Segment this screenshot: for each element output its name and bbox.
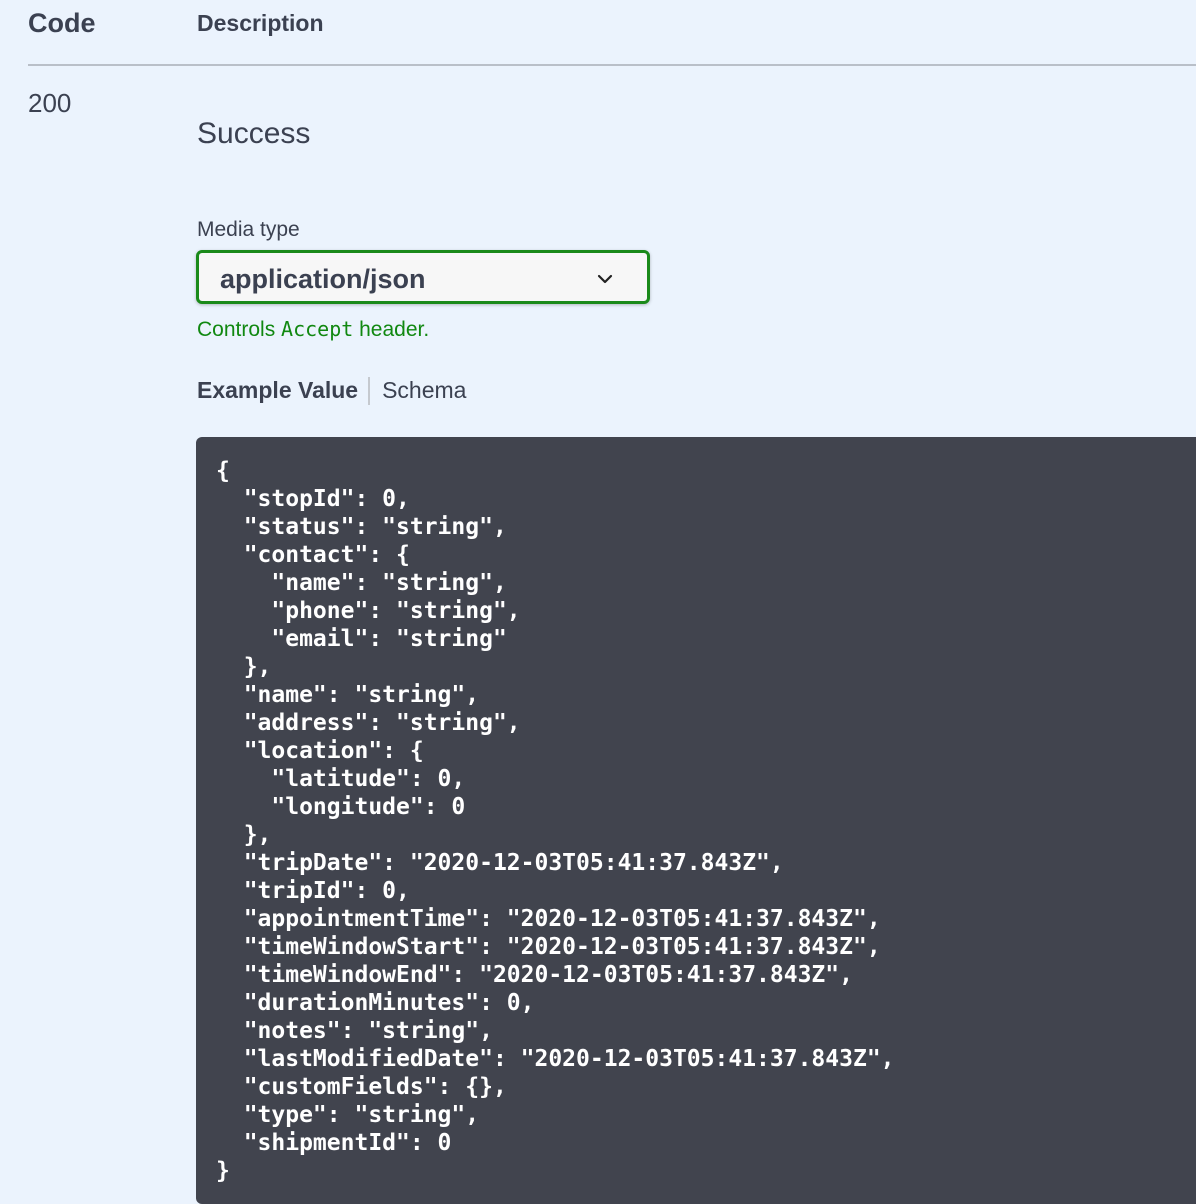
- header-divider: [28, 64, 1196, 66]
- column-header-description: Description: [197, 10, 324, 36]
- response-description: Success: [197, 117, 311, 150]
- media-type-label: Media type: [197, 218, 300, 241]
- example-value-code-block[interactable]: { "stopId": 0, "status": "string", "cont…: [196, 437, 1196, 1204]
- column-header-code: Code: [28, 8, 96, 38]
- hint-accept-code: Accept: [281, 317, 354, 341]
- chevron-down-icon: [597, 274, 613, 284]
- tab-schema[interactable]: Schema: [370, 377, 466, 404]
- tab-example-value[interactable]: Example Value: [197, 377, 368, 404]
- controls-accept-hint: Controls Accept header.: [197, 317, 429, 342]
- media-type-selected-value: application/json: [220, 264, 426, 294]
- hint-prefix: Controls: [197, 318, 282, 341]
- example-schema-tabs: Example Value Schema: [197, 377, 466, 407]
- example-json: { "stopId": 0, "status": "string", "cont…: [216, 458, 895, 1184]
- response-status-code: 200: [28, 88, 72, 118]
- media-type-select[interactable]: application/json: [196, 250, 650, 304]
- hint-suffix: header.: [353, 318, 430, 341]
